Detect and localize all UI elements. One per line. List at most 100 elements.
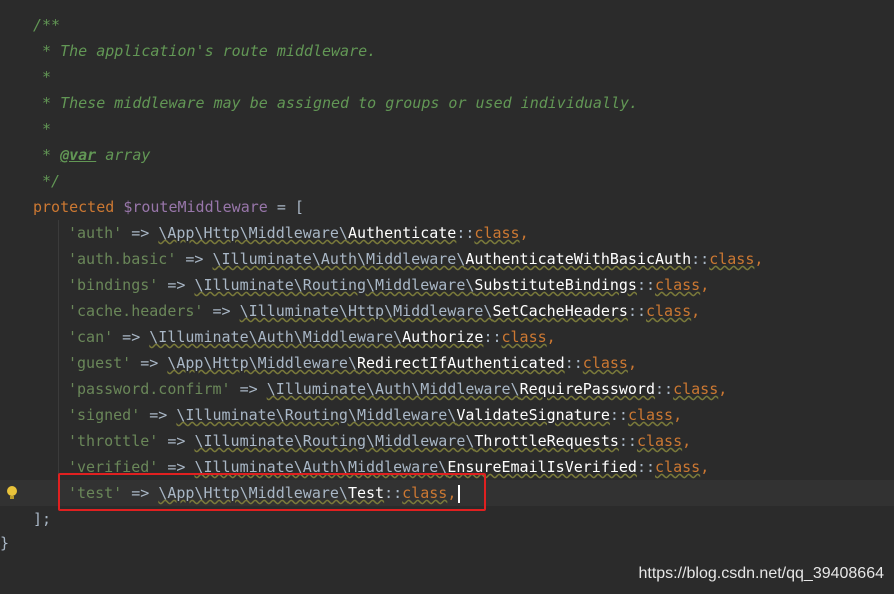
class-keyword: class: [636, 432, 683, 450]
class-name: RedirectIfAuthenticated: [357, 354, 565, 372]
middleware-key: 'cache.headers': [68, 302, 204, 320]
namespace-path: \Illuminate\Routing\Middleware\: [194, 432, 475, 450]
class-keyword: class: [655, 276, 701, 294]
middleware-entry: 'can' => \Illuminate\Auth\Middleware\Aut…: [68, 324, 556, 350]
code-line[interactable]: 'can' => \Illuminate\Auth\Middleware\Aut…: [0, 324, 894, 350]
scope-operator: ::: [636, 276, 656, 294]
class-keyword: class: [673, 380, 719, 398]
highlight-box: [58, 473, 486, 511]
namespace-path: \Illuminate\Http\Middleware\: [239, 302, 493, 320]
scope-operator: ::: [655, 380, 674, 398]
arrow-operator: =>: [122, 224, 159, 242]
code-line[interactable]: protected $routeMiddleware = [: [0, 194, 894, 220]
code-line[interactable]: 'auth' => \App\Http\Middleware\Authentic…: [0, 220, 894, 246]
class-keyword: class: [501, 328, 547, 346]
code-line[interactable]: 'bindings' => \Illuminate\Routing\Middle…: [0, 272, 894, 298]
middleware-entry: 'cache.headers' => \Illuminate\Http\Midd…: [68, 298, 700, 324]
keyword-protected: protected: [33, 198, 115, 216]
assign-operator: = [: [267, 198, 304, 216]
declaration: protected $routeMiddleware = [: [33, 194, 304, 220]
namespace-path: \App\Http\Middleware\: [158, 224, 348, 242]
comma: ,: [682, 432, 692, 450]
lightbulb-icon[interactable]: [7, 486, 17, 499]
class-name: Authorize: [402, 328, 484, 346]
arrow-operator: =>: [158, 432, 195, 450]
array-close: ];: [33, 510, 52, 528]
scope-operator: ::: [618, 432, 637, 450]
code-line[interactable]: 'password.confirm' => \Illuminate\Auth\M…: [0, 376, 894, 402]
middleware-entry: 'auth.basic' => \Illuminate\Auth\Middlew…: [68, 246, 763, 272]
arrow-operator: =>: [113, 328, 150, 346]
scope-operator: ::: [627, 302, 646, 320]
scope-operator: ::: [609, 406, 628, 424]
code-editor[interactable]: /** * The application's route middleware…: [0, 0, 894, 594]
scope-operator: ::: [691, 250, 710, 268]
doc-tag-var: @var: [60, 146, 97, 164]
comma: ,: [673, 406, 683, 424]
doc-comment-line: *: [33, 120, 52, 138]
code-line[interactable]: 'throttle' => \Illuminate\Routing\Middle…: [0, 428, 894, 454]
class-name: AuthenticateWithBasicAuth: [465, 250, 692, 268]
code-line[interactable]: 'auth.basic' => \Illuminate\Auth\Middlew…: [0, 246, 894, 272]
comma: ,: [718, 380, 728, 398]
doc-comment-line: * The application's route middleware.: [33, 42, 377, 60]
middleware-entry: 'auth' => \App\Http\Middleware\Authentic…: [68, 220, 529, 246]
class-keyword: class: [655, 458, 701, 476]
code-line[interactable]: * @var array: [0, 142, 894, 168]
doc-type: array: [96, 146, 151, 164]
class-keyword: class: [709, 250, 755, 268]
namespace-path: \Illuminate\Auth\Middleware\: [149, 328, 403, 346]
middleware-entry: 'bindings' => \Illuminate\Routing\Middle…: [68, 272, 709, 298]
class-close-brace: }: [0, 534, 10, 552]
class-name: ThrottleRequests: [474, 432, 619, 450]
scope-operator: ::: [456, 224, 475, 242]
watermark: https://blog.csdn.net/qq_39408664: [638, 565, 884, 582]
middleware-key: 'throttle': [68, 432, 159, 450]
middleware-key: 'can': [68, 328, 114, 346]
arrow-operator: =>: [176, 250, 213, 268]
doc-comment-prefix: *: [33, 146, 61, 164]
middleware-key: 'auth.basic': [68, 250, 177, 268]
comma: ,: [754, 250, 764, 268]
comma: ,: [700, 276, 710, 294]
middleware-entry: 'signed' => \Illuminate\Routing\Middlewa…: [68, 402, 682, 428]
middleware-key: 'signed': [68, 406, 141, 424]
class-keyword: class: [582, 354, 628, 372]
arrow-operator: =>: [230, 380, 267, 398]
comma: ,: [519, 224, 529, 242]
scope-operator: ::: [483, 328, 502, 346]
code-line[interactable]: *: [0, 116, 894, 142]
code-line[interactable]: 'cache.headers' => \Illuminate\Http\Midd…: [0, 298, 894, 324]
middleware-entry: 'throttle' => \Illuminate\Routing\Middle…: [68, 428, 691, 454]
class-name: SubstituteBindings: [474, 276, 637, 294]
arrow-operator: =>: [131, 354, 168, 372]
class-name: RequirePassword: [519, 380, 656, 398]
code-line[interactable]: */: [0, 168, 894, 194]
namespace-path: \Illuminate\Auth\Middleware\: [212, 250, 466, 268]
doc-comment-open: /**: [33, 16, 61, 34]
scope-operator: ::: [636, 458, 656, 476]
middleware-entry: 'password.confirm' => \Illuminate\Auth\M…: [68, 376, 727, 402]
doc-comment-line: * These middleware may be assigned to gr…: [33, 94, 639, 112]
middleware-key: 'bindings': [68, 276, 159, 294]
gutter: [0, 480, 24, 506]
arrow-operator: =>: [158, 276, 195, 294]
arrow-operator: =>: [140, 406, 177, 424]
comma: ,: [546, 328, 556, 346]
code-line[interactable]: * The application's route middleware.: [0, 38, 894, 64]
code-line[interactable]: /**: [0, 12, 894, 38]
code-line[interactable]: * These middleware may be assigned to gr…: [0, 90, 894, 116]
class-name: SetCacheHeaders: [492, 302, 628, 320]
code-line[interactable]: 'signed' => \Illuminate\Routing\Middlewa…: [0, 402, 894, 428]
namespace-path: \Illuminate\Routing\Middleware\: [176, 406, 457, 424]
comma: ,: [627, 354, 637, 372]
class-name: ValidateSignature: [456, 406, 610, 424]
code-line[interactable]: *: [0, 64, 894, 90]
code-line[interactable]: 'guest' => \App\Http\Middleware\Redirect…: [0, 350, 894, 376]
middleware-key: 'guest': [68, 354, 132, 372]
scope-operator: ::: [564, 354, 583, 372]
middleware-key: 'auth': [68, 224, 123, 242]
arrow-operator: =>: [203, 302, 240, 320]
comma: ,: [700, 458, 710, 476]
class-name: Authenticate: [347, 224, 457, 242]
